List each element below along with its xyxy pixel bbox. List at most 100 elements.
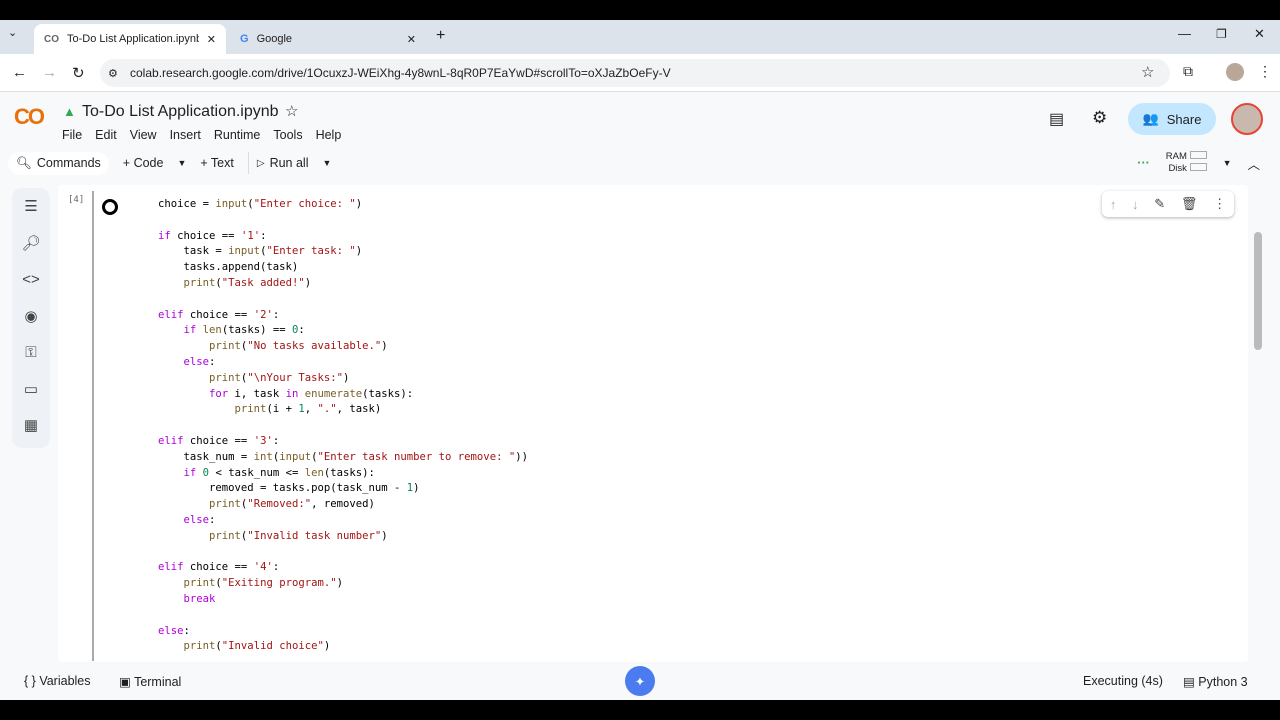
cell-toolbar: ↑ ↓ ✎ 🗑︎ ⋮ xyxy=(1102,191,1234,217)
star-icon[interactable]: ☆ xyxy=(285,102,298,120)
code-line: print("\nYour Tasks:") xyxy=(209,371,350,384)
executing-status[interactable]: Executing (4s) xyxy=(1083,674,1163,688)
keyword-token: break xyxy=(183,592,216,605)
move-down-icon[interactable]: ↓ xyxy=(1132,197,1139,212)
status-bar: { } Variables ▣ Terminal ✦ Executing (4s… xyxy=(0,662,1280,700)
builtin-token: print xyxy=(209,340,241,353)
code-line: print(i + 1, ".", task) xyxy=(234,403,382,416)
scrollbar-thumb[interactable] xyxy=(1254,232,1262,350)
stop-execution-icon[interactable] xyxy=(102,199,118,215)
code-line: choice = input("Enter choice: ") xyxy=(158,198,363,210)
builtin-token: int xyxy=(253,450,273,463)
code-line: print("No tasks available.") xyxy=(209,340,388,353)
code-line: elif choice == '2': xyxy=(158,308,280,321)
site-info-icon[interactable]: ⚙ xyxy=(108,67,118,80)
secrets-key-icon[interactable]: ⚿ xyxy=(12,334,50,371)
code-line: if len(tasks) == 0: xyxy=(183,324,305,337)
comments-icon[interactable]: ▤ xyxy=(1049,109,1064,129)
address-bar-row: ← → ↻ ⚙ colab.research.google.com/drive/1… xyxy=(0,54,1280,92)
string-token: "Enter task: " xyxy=(266,245,356,258)
resource-monitor[interactable]: RAM Disk xyxy=(1166,151,1207,175)
bookmark-star-icon[interactable]: ☆ xyxy=(1141,63,1154,81)
menu-tools[interactable]: Tools xyxy=(273,128,302,142)
keyword-token: in xyxy=(285,387,299,400)
keyword-token: else xyxy=(158,624,184,637)
menu-file[interactable]: File xyxy=(62,128,82,142)
table-of-contents-icon[interactable]: ☰ xyxy=(12,188,50,225)
restore-icon[interactable]: ❐ xyxy=(1216,27,1227,41)
colab-icon: CO xyxy=(44,33,59,45)
colab-logo[interactable]: CO xyxy=(14,104,45,130)
string-token: "No tasks available." xyxy=(247,340,382,353)
browser-menu-icon[interactable]: ⋮ xyxy=(1258,63,1272,80)
runtime-button[interactable]: ▤ Python 3 xyxy=(1183,674,1248,689)
code-dropdown-icon[interactable]: ▼ xyxy=(177,158,186,168)
more-options-icon[interactable]: ⋮ xyxy=(1213,196,1226,212)
gemini-button[interactable]: ✦ xyxy=(625,666,655,696)
menu-runtime[interactable]: Runtime xyxy=(214,128,261,142)
builtin-token: print xyxy=(234,403,267,416)
string-token: "Invalid task number" xyxy=(247,529,382,542)
delete-trash-icon[interactable]: 🗑︎ xyxy=(1181,196,1198,212)
forward-icon[interactable]: → xyxy=(42,64,57,81)
settings-gear-icon[interactable]: ⚙ xyxy=(1092,108,1107,128)
run-all-dropdown-icon[interactable]: ▼ xyxy=(322,158,331,168)
data-table-icon[interactable]: ▦ xyxy=(12,407,50,444)
reload-icon[interactable]: ↻ xyxy=(72,64,85,82)
tab-google[interactable]: G Google ✕ xyxy=(230,24,426,54)
code-snippets-icon[interactable]: <> xyxy=(12,261,50,298)
builtin-token: print xyxy=(183,640,216,653)
back-icon[interactable]: ← xyxy=(12,64,27,81)
profile-avatar[interactable] xyxy=(1226,63,1244,81)
close-tab-icon[interactable]: ✕ xyxy=(207,33,216,46)
move-up-icon[interactable]: ↑ xyxy=(1110,197,1117,212)
notebook-title[interactable]: To-Do List Application.ipynb xyxy=(82,103,279,121)
tab-search-chevron-icon[interactable]: ⌄ xyxy=(8,26,17,39)
find-replace-icon[interactable]: 🔎︎ xyxy=(12,225,50,262)
add-code-button[interactable]: + Code xyxy=(115,152,172,174)
menu-edit[interactable]: Edit xyxy=(95,128,117,142)
tab-colab[interactable]: CO To-Do List Application.ipynb - C ✕ xyxy=(34,24,226,54)
edit-magic-wand-icon[interactable]: ✎ xyxy=(1154,196,1165,212)
menu-view[interactable]: View xyxy=(130,128,157,142)
cell-focus-bar xyxy=(92,191,94,661)
terminal-button[interactable]: ▣ Terminal xyxy=(119,674,181,689)
string-token: "Enter task number to remove: " xyxy=(317,450,516,463)
new-tab-icon[interactable]: + xyxy=(436,27,445,45)
run-all-button[interactable]: ▷ Run all xyxy=(247,152,317,174)
minimize-icon[interactable]: — xyxy=(1178,26,1191,41)
string-token: "Removed:" xyxy=(247,498,312,511)
collapse-chevron-icon[interactable]: ︿ xyxy=(1247,154,1260,173)
builtin-token: print xyxy=(209,371,241,384)
menu-insert[interactable]: Insert xyxy=(170,128,201,142)
variables-inspector-icon[interactable]: ◉ xyxy=(12,298,50,335)
code-line: if choice == '1': xyxy=(158,229,267,242)
variables-button[interactable]: { } Variables xyxy=(24,674,91,688)
people-icon: 👥 xyxy=(1142,111,1159,126)
menu-help[interactable]: Help xyxy=(316,128,342,142)
runtime-dropdown-icon[interactable]: ▼ xyxy=(1223,158,1232,168)
play-icon: ▷ xyxy=(256,157,265,169)
add-text-button[interactable]: + Text xyxy=(192,152,241,174)
user-avatar[interactable] xyxy=(1231,103,1263,135)
server-icon: ▤ xyxy=(1183,674,1195,689)
keyword-token: else xyxy=(183,513,210,526)
code-editor[interactable]: choice = input("Enter choice: ") if choi… xyxy=(158,197,528,655)
close-window-icon[interactable]: ✕ xyxy=(1254,26,1265,42)
builtin-token: input xyxy=(279,450,312,463)
busy-dots-icon: ··· xyxy=(1137,156,1150,170)
files-folder-icon[interactable]: ▭ xyxy=(12,371,50,408)
share-button[interactable]: 👥 Share xyxy=(1128,103,1216,135)
commands-button[interactable]: 🔍︎ Commands xyxy=(8,151,109,175)
code-line: print("Removed:", removed) xyxy=(209,498,375,511)
extensions-icon[interactable]: ⧉ xyxy=(1183,63,1193,80)
code-line: print("Invalid task number") xyxy=(209,529,388,542)
close-tab-icon[interactable]: ✕ xyxy=(407,33,416,46)
string-token: "Exiting program." xyxy=(221,577,337,590)
url-input[interactable]: ⚙ colab.research.google.com/drive/1OcuxzJ… xyxy=(100,59,1170,87)
code-line: elif choice == '3': xyxy=(158,434,280,447)
code-cell[interactable]: [4] choice = input("Enter choice: ") if … xyxy=(58,185,1248,662)
